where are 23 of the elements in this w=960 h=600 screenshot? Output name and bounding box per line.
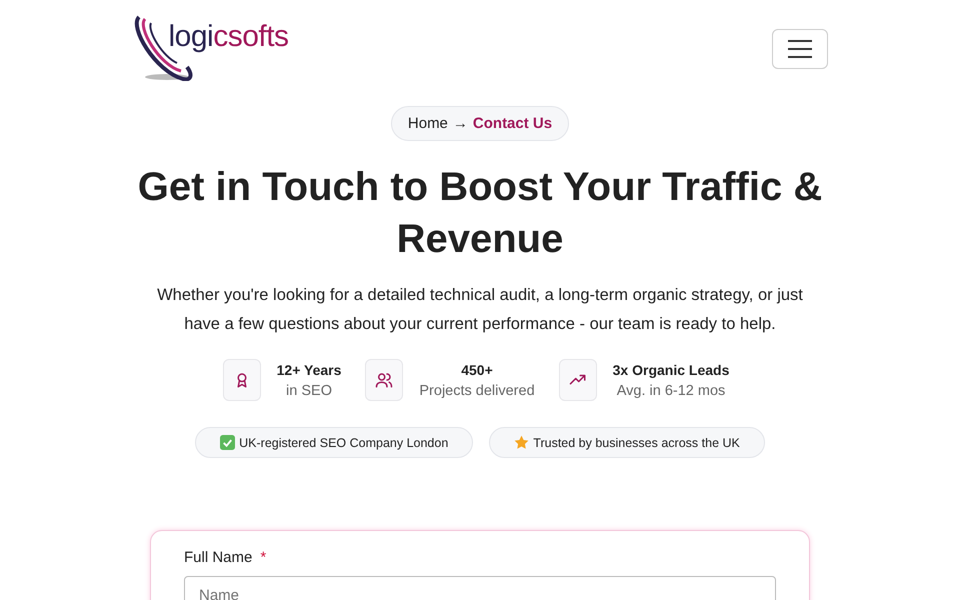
- breadcrumb-separator: →: [452, 115, 468, 132]
- trust-badge: Trusted by businesses across the UK: [489, 427, 765, 458]
- star-icon: [514, 435, 530, 450]
- page-title: Get in Touch to Boost Your Traffic & Revenue: [136, 164, 824, 263]
- menu-icon[interactable]: [772, 28, 828, 68]
- trust-badge: UK-registered SEO Company London: [195, 427, 474, 458]
- trend-icon: [558, 359, 597, 401]
- stat-label: Avg. in 6-12 mos: [616, 382, 726, 398]
- input-field[interactable]: Name: [184, 576, 776, 600]
- field-label: Full Name: [184, 549, 252, 566]
- intro-paragraph: Whether you're looking for a detailed technical audit, a long-term organic strategy, or just have a few questions about your current performance - our team is ready to help.: [156, 285, 804, 335]
- stat-value: 3x Organic Leads: [612, 362, 730, 378]
- stat-label: Projects delivered: [419, 382, 535, 398]
- breadcrumb-current: Contact Us: [472, 115, 552, 132]
- breadcrumb-link[interactable]: Home: [408, 115, 448, 132]
- award-icon: [222, 359, 261, 401]
- check-icon: [220, 435, 236, 450]
- stat-value: 450+: [461, 362, 493, 378]
- stat-label: in SEO: [286, 382, 332, 398]
- stat-value: 12+ Years: [276, 362, 342, 378]
- users-icon: [365, 359, 404, 401]
- required-mark: *: [260, 549, 266, 566]
- logo-text[interactable]: logicsofts: [168, 20, 289, 54]
